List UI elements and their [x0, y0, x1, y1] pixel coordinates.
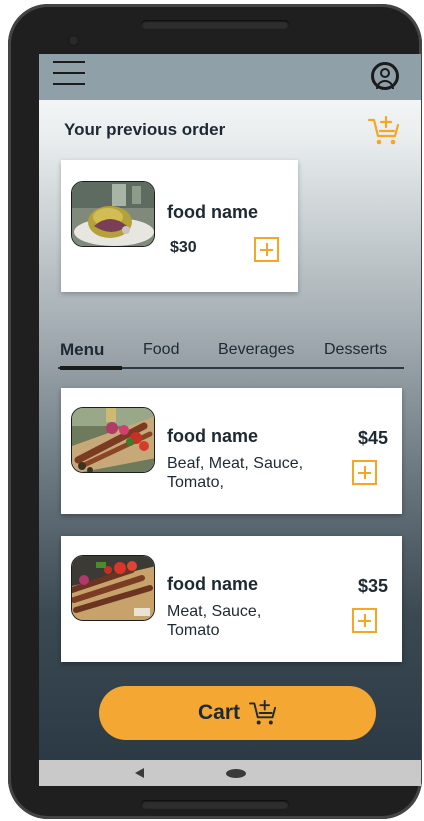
previous-order-card[interactable]: food name $30	[61, 160, 298, 292]
menu-item-name: food name	[167, 574, 259, 594]
cart-button-label: Cart	[197, 701, 240, 724]
app-screen: Your previous order food name $30 Menu F…	[39, 54, 421, 786]
add-box-icon[interactable]	[254, 237, 279, 262]
grilled-kebab-photo	[71, 555, 155, 621]
previous-order-item-price: $30	[170, 239, 197, 256]
menu-item-price: $35	[357, 576, 388, 596]
app-bar	[39, 54, 421, 100]
account-circle-icon[interactable]	[371, 62, 399, 90]
kebab-platter-photo	[71, 407, 155, 473]
tab-food[interactable]: Food	[143, 341, 179, 359]
menu-item-card[interactable]: food name Beaf, Meat, Sauce, Tomato, $45	[61, 388, 402, 514]
stuffed-bread-dish-photo	[71, 181, 155, 247]
tab-desserts[interactable]: Desserts	[324, 341, 387, 359]
menu-item-price: $45	[357, 428, 388, 448]
tab-beverages[interactable]: Beverages	[218, 341, 295, 359]
home-icon[interactable]	[226, 769, 246, 778]
system-navigation-bar	[39, 760, 421, 786]
category-tabs: Menu Food Beverages Desserts	[58, 339, 404, 371]
menu-item-name: food name	[167, 426, 259, 446]
active-tab-indicator	[60, 366, 122, 370]
cart-plus-icon	[249, 700, 277, 725]
add-box-icon[interactable]	[352, 608, 377, 633]
tab-menu[interactable]: Menu	[60, 340, 104, 360]
front-camera	[68, 35, 79, 46]
cart-button[interactable]: Cart	[99, 686, 376, 740]
previous-order-title: Your previous order	[64, 120, 226, 139]
add-box-icon[interactable]	[352, 460, 377, 485]
menu-item-description: Beaf, Meat, Sauce, Tomato,	[167, 455, 304, 491]
phone-frame: Your previous order food name $30 Menu F…	[8, 4, 422, 819]
bottom-speaker	[141, 800, 289, 809]
back-icon[interactable]	[135, 768, 144, 778]
earpiece-speaker	[141, 20, 289, 29]
cart-plus-icon[interactable]	[368, 116, 400, 146]
menu-item-card[interactable]: food name Meat, Sauce, Tomato $35	[61, 536, 402, 662]
menu-icon[interactable]	[53, 61, 85, 89]
menu-item-description: Meat, Sauce, Tomato	[167, 603, 262, 639]
previous-order-item-name: food name	[167, 202, 259, 222]
